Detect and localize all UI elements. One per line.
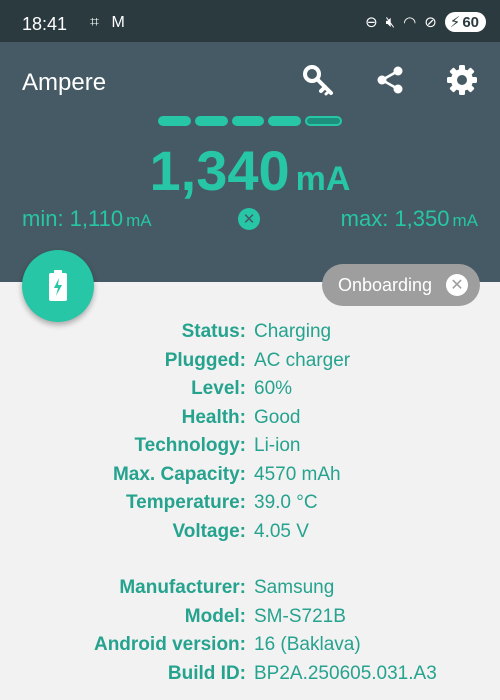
dnd-icon: ⊖: [365, 14, 378, 31]
info-row-health: Health: Good: [0, 404, 500, 433]
info-value: 16 (Baklava): [254, 634, 361, 656]
meter-segment: [231, 116, 265, 126]
app-bar: Ampere 1,340 mA min: 1,110 mA ✕ max: 1,3…: [0, 42, 500, 282]
info-value: AC charger: [254, 349, 351, 371]
info-value: 4.05 V: [254, 520, 309, 542]
info-row-android-version: Android version: 16 (Baklava): [0, 631, 500, 660]
battery-charging-icon: [49, 270, 67, 301]
info-key: Build ID:: [167, 662, 246, 684]
battery-level: 60: [462, 13, 479, 31]
app-title: Ampere: [22, 69, 107, 96]
info-row-technology: Technology: Li-ion: [0, 432, 500, 461]
info-value: 60%: [254, 378, 293, 400]
key-icon[interactable]: [298, 60, 338, 100]
info-value: SM-S721B: [254, 605, 346, 627]
info-value: 39.0 °C: [254, 492, 318, 514]
current-unit: mA: [295, 160, 351, 198]
max-reading: max: 1,350 mA: [341, 206, 478, 232]
max-unit: mA: [452, 211, 479, 230]
info-row-temperature: Temperature: 39.0 °C: [0, 489, 500, 518]
info-key: Plugged:: [164, 349, 246, 371]
reset-minmax-button[interactable]: ✕: [238, 208, 260, 230]
current-value: 1,340: [149, 139, 290, 202]
battery-fab-button[interactable]: [22, 250, 94, 322]
info-key: Technology:: [134, 435, 246, 457]
system-icons: ⊖ 🔇︎ ◠ ⊘ ⚡︎ 60: [365, 12, 486, 32]
mute-icon: 🔇︎: [385, 13, 396, 31]
meter-segment: [305, 116, 342, 126]
current-meter: [158, 116, 342, 126]
info-key: Voltage:: [172, 520, 246, 542]
blocked-icon: ⊘: [424, 14, 437, 31]
meter-segment: [268, 116, 302, 126]
info-value: Samsung: [254, 577, 335, 599]
close-icon[interactable]: ✕: [446, 274, 468, 296]
info-value: Li-ion: [254, 435, 301, 457]
current-reading: 1,340 mA: [0, 138, 500, 203]
wifi-icon: ◠: [403, 14, 417, 31]
battery-info-list: Status: Charging Plugged: AC charger Lev…: [0, 318, 500, 688]
status-bar: 18:41 ⌗ M ⊖ 🔇︎ ◠ ⊘ ⚡︎ 60: [0, 0, 500, 42]
info-row-status: Status: Charging: [0, 318, 500, 347]
info-row-manufacturer: Manufacturer: Samsung: [0, 574, 500, 603]
info-value: Good: [254, 406, 301, 428]
settings-icon[interactable]: [442, 60, 482, 100]
min-value: min: 1,110: [22, 206, 124, 231]
share-icon[interactable]: [370, 60, 410, 100]
info-row-max-capacity: Max. Capacity: 4570 mAh: [0, 461, 500, 490]
status-time: 18:41: [22, 14, 68, 34]
info-row-voltage: Voltage: 4.05 V: [0, 518, 500, 547]
notification-icons: ⌗ M: [90, 14, 129, 31]
info-row-level: Level: 60%: [0, 375, 500, 404]
meter-segment: [158, 116, 191, 126]
onboarding-label: Onboarding: [338, 274, 433, 295]
info-key: Status:: [181, 321, 246, 343]
info-value: 4570 mAh: [254, 463, 341, 485]
info-row-model: Model: SM-S721B: [0, 603, 500, 632]
info-key: Temperature:: [125, 492, 246, 514]
max-value: max: 1,350: [340, 206, 450, 231]
bolt-icon: ⚡︎: [449, 14, 461, 31]
onboarding-chip[interactable]: Onboarding ✕: [322, 264, 480, 306]
meter-segment: [194, 116, 228, 126]
info-key: Android version:: [93, 634, 246, 656]
info-key: Manufacturer:: [119, 577, 246, 599]
info-key: Health:: [181, 406, 246, 428]
min-reading: min: 1,110 mA: [22, 206, 152, 232]
info-key: Level:: [191, 378, 246, 400]
info-row-build-id: Build ID: BP2A.250605.031.A3: [0, 660, 500, 689]
info-value: BP2A.250605.031.A3: [254, 662, 437, 684]
min-unit: mA: [126, 211, 152, 230]
info-row-plugged: Plugged: AC charger: [0, 347, 500, 376]
battery-indicator: ⚡︎ 60: [444, 12, 486, 32]
info-value: Charging: [254, 321, 332, 343]
info-key: Max. Capacity:: [112, 463, 246, 485]
close-icon: ✕: [242, 211, 256, 228]
info-key: Model:: [184, 605, 246, 627]
